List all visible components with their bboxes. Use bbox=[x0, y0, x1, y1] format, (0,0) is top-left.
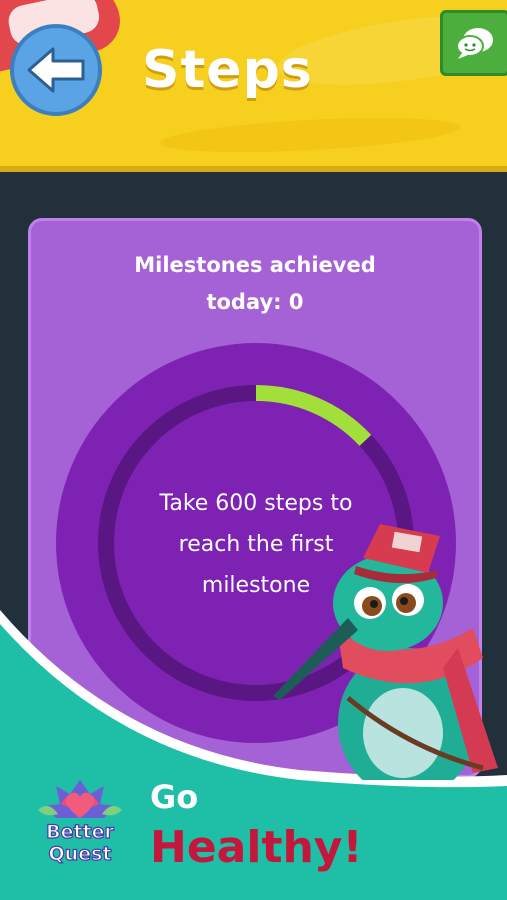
hummingbird-mascot bbox=[273, 524, 498, 780]
header-bar: Steps bbox=[0, 0, 507, 172]
banner-go-text: Go bbox=[150, 778, 199, 816]
chat-button[interactable] bbox=[440, 10, 507, 76]
banner-healthy-text: Healthy! bbox=[150, 822, 363, 873]
milestones-line-1: Milestones achieved bbox=[134, 253, 376, 277]
better-quest-logo: Better Quest bbox=[38, 780, 122, 866]
milestones-line-2: today: 0 bbox=[206, 290, 304, 314]
page-title: Steps bbox=[142, 40, 313, 100]
logo-text-quest: Quest bbox=[49, 843, 112, 865]
milestones-achieved-text: Milestones achieved today: 0 bbox=[31, 247, 479, 321]
chat-bubble-icon bbox=[456, 28, 493, 59]
header-decoration bbox=[159, 112, 461, 158]
back-button[interactable] bbox=[10, 24, 102, 116]
logo-text-better: Better bbox=[46, 821, 114, 843]
arrow-left-icon bbox=[27, 47, 85, 93]
